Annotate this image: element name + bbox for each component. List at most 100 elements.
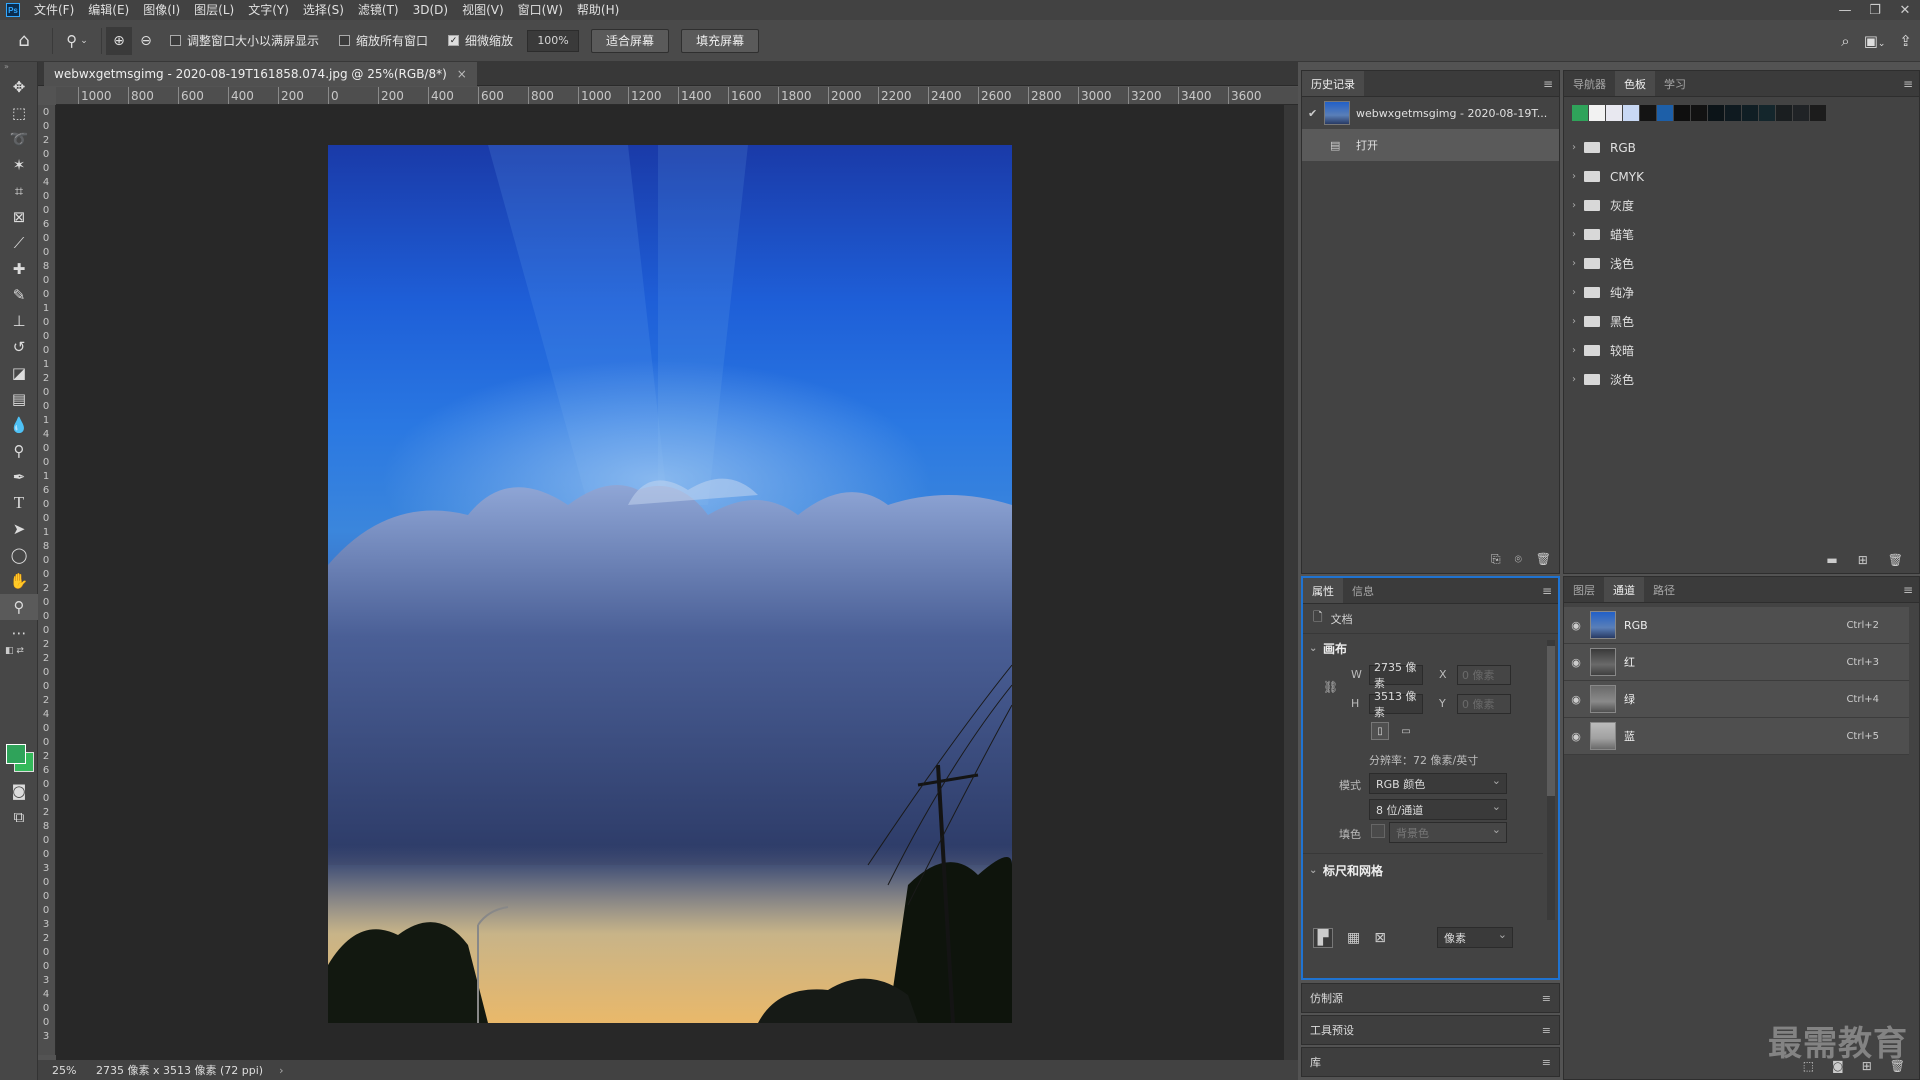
healing-brush-tool-icon[interactable]: ✚ (0, 256, 38, 282)
expand-arrow-icon[interactable]: › (1564, 374, 1580, 385)
scrubby-zoom-checkbox[interactable]: ✓ 细微缩放 (448, 32, 513, 49)
resize-windows-checkbox[interactable]: 调整窗口大小以满屏显示 (170, 32, 319, 49)
color-swatch[interactable] (1759, 105, 1775, 121)
expand-arrow-icon[interactable]: › (1564, 171, 1580, 182)
landscape-orientation-icon[interactable]: ▭ (1397, 722, 1415, 740)
quick-mask-icon[interactable]: ◙ (0, 778, 38, 804)
delete-icon[interactable]: 🗑 (1888, 553, 1903, 567)
link-proportions-icon[interactable]: ⛓ (1323, 680, 1338, 694)
checkbox-box-checked[interactable]: ✓ (448, 35, 460, 46)
tab-swatches[interactable]: 色板 (1615, 71, 1655, 96)
panel-menu-icon[interactable]: ≡ (1542, 584, 1552, 598)
expand-arrow-icon[interactable]: › (1564, 316, 1580, 327)
library-panel[interactable]: 库 ≡ (1301, 1047, 1560, 1077)
expand-arrow-icon[interactable]: › (1564, 142, 1580, 153)
swatch-group[interactable]: › 灰度 (1564, 191, 1919, 220)
panel-menu-icon[interactable]: ≡ (1542, 992, 1551, 1005)
clone-source-panel[interactable]: 仿制源 ≡ (1301, 983, 1560, 1013)
foreground-color-swatch[interactable] (6, 744, 26, 764)
swatch-group[interactable]: › 纯净 (1564, 278, 1919, 307)
canvas-area[interactable] (56, 105, 1298, 1060)
panel-menu-icon[interactable]: ≡ (1542, 1024, 1551, 1037)
brush-tool-icon[interactable]: ✎ (0, 282, 38, 308)
zoom-all-windows-checkbox[interactable]: 缩放所有窗口 (339, 32, 428, 49)
swatch-group[interactable]: › RGB (1564, 133, 1919, 162)
zoom-out-icon[interactable]: ⊖ (132, 27, 160, 55)
workspace-icon[interactable]: ▣⌄ (1864, 32, 1886, 50)
ruler-toggle-icon[interactable]: ▛ (1313, 928, 1333, 948)
menu-edit[interactable]: 编辑(E) (81, 0, 136, 20)
swatch-group[interactable]: › 较暗 (1564, 336, 1919, 365)
zoom-tool-preset-icon[interactable]: ⚲ ⌄ (57, 27, 97, 55)
panel-menu-icon[interactable]: ≡ (1542, 1056, 1551, 1069)
swatch-group[interactable]: › 淡色 (1564, 365, 1919, 394)
color-swatch[interactable] (1691, 105, 1707, 121)
tab-navigator[interactable]: 导航器 (1564, 71, 1615, 96)
color-swatch[interactable] (1674, 105, 1690, 121)
width-input[interactable]: 2735 像素 (1369, 661, 1423, 690)
panel-menu-icon[interactable]: ≡ (1903, 583, 1913, 597)
hand-tool-icon[interactable]: ✋ (0, 568, 38, 594)
status-zoom[interactable]: 25% (38, 1064, 84, 1077)
crop-tool-icon[interactable]: ⌗ (0, 178, 38, 204)
menu-help[interactable]: 帮助(H) (570, 0, 626, 20)
close-tab-icon[interactable]: × (457, 67, 467, 81)
channel-row-red[interactable]: ◉ 红 Ctrl+3 (1564, 644, 1909, 681)
new-swatch-icon[interactable]: ⊞ (1858, 553, 1868, 567)
tab-properties[interactable]: 属性 (1303, 578, 1343, 603)
ellipse-tool-icon[interactable]: ◯ (0, 542, 38, 568)
tab-channels[interactable]: 通道 (1604, 577, 1644, 602)
canvas-section-header[interactable]: ⌄ 画布 (1303, 634, 1558, 662)
magic-wand-tool-icon[interactable]: ✶ (0, 152, 38, 178)
panel-menu-icon[interactable]: ≡ (1903, 77, 1913, 91)
swatch-group[interactable]: › 黑色 (1564, 307, 1919, 336)
eraser-tool-icon[interactable]: ◪ (0, 360, 38, 386)
pen-tool-icon[interactable]: ✒ (0, 464, 38, 490)
collapse-toolbar-icon[interactable]: » (0, 62, 37, 74)
menu-image[interactable]: 图像(I) (136, 0, 187, 20)
status-expand-icon[interactable]: › (279, 1064, 283, 1077)
swap-colors-icon[interactable]: ◧ ⇄ (0, 646, 37, 658)
color-swatch[interactable] (1742, 105, 1758, 121)
minimize-icon[interactable]: — (1830, 0, 1860, 20)
lasso-tool-icon[interactable]: ➰ (0, 126, 38, 152)
new-group-folder-icon[interactable]: ▬ (1826, 553, 1837, 567)
snapshot-camera-icon[interactable]: ⌾ (1515, 552, 1522, 567)
checkbox-box[interactable] (170, 35, 181, 46)
guides-toggle-icon[interactable]: ⊠ (1374, 930, 1386, 946)
mode-select[interactable]: RGB 颜色 (1369, 773, 1507, 794)
restore-icon[interactable]: ❐ (1860, 0, 1890, 20)
color-swatch[interactable] (1725, 105, 1741, 121)
grid-toggle-icon[interactable]: ▦ (1347, 930, 1360, 946)
search-icon[interactable]: ⌕ (1841, 32, 1849, 50)
tab-history[interactable]: 历史记录 (1302, 71, 1364, 96)
color-swatch[interactable] (1640, 105, 1656, 121)
expand-arrow-icon[interactable]: › (1564, 345, 1580, 356)
menu-filter[interactable]: 滤镜(T) (351, 0, 406, 20)
visibility-eye-icon[interactable]: ◉ (1564, 656, 1588, 669)
eyedropper-tool-icon[interactable]: ⟋ (0, 230, 38, 256)
color-swatch[interactable] (1657, 105, 1673, 121)
swatch-group[interactable]: › 浅色 (1564, 249, 1919, 278)
fill-screen-button[interactable]: 填充屏幕 (681, 28, 760, 53)
tool-presets-panel[interactable]: 工具预设 ≡ (1301, 1015, 1560, 1045)
bit-depth-select[interactable]: 8 位/通道 (1369, 799, 1507, 820)
share-icon[interactable]: ⇪ (1899, 32, 1912, 50)
gradient-tool-icon[interactable]: ▤ (0, 386, 38, 412)
portrait-orientation-icon[interactable]: ▯ (1371, 722, 1389, 740)
color-swatch[interactable] (1793, 105, 1809, 121)
channel-row-blue[interactable]: ◉ 蓝 Ctrl+5 (1564, 718, 1909, 755)
expand-arrow-icon[interactable]: › (1564, 258, 1580, 269)
horizontal-ruler[interactable]: 1000 800 600 400 200 0 200 400 600 800 1000 1200 140… (56, 87, 1298, 105)
ruler-unit-select[interactable]: 像素 (1437, 927, 1513, 948)
vertical-scrollbar[interactable] (1284, 105, 1298, 1060)
color-swatch[interactable] (1708, 105, 1724, 121)
menu-type[interactable]: 文字(Y) (241, 0, 296, 20)
type-tool-icon[interactable]: T (0, 490, 38, 516)
color-swatch[interactable] (1810, 105, 1826, 121)
menu-3d[interactable]: 3D(D) (406, 0, 455, 20)
marquee-tool-icon[interactable]: ⬚ (0, 100, 38, 126)
clone-stamp-tool-icon[interactable]: ⊥ (0, 308, 38, 334)
channel-row-rgb[interactable]: ◉ RGB Ctrl+2 (1564, 607, 1909, 644)
dodge-tool-icon[interactable]: ⚲ (0, 438, 38, 464)
